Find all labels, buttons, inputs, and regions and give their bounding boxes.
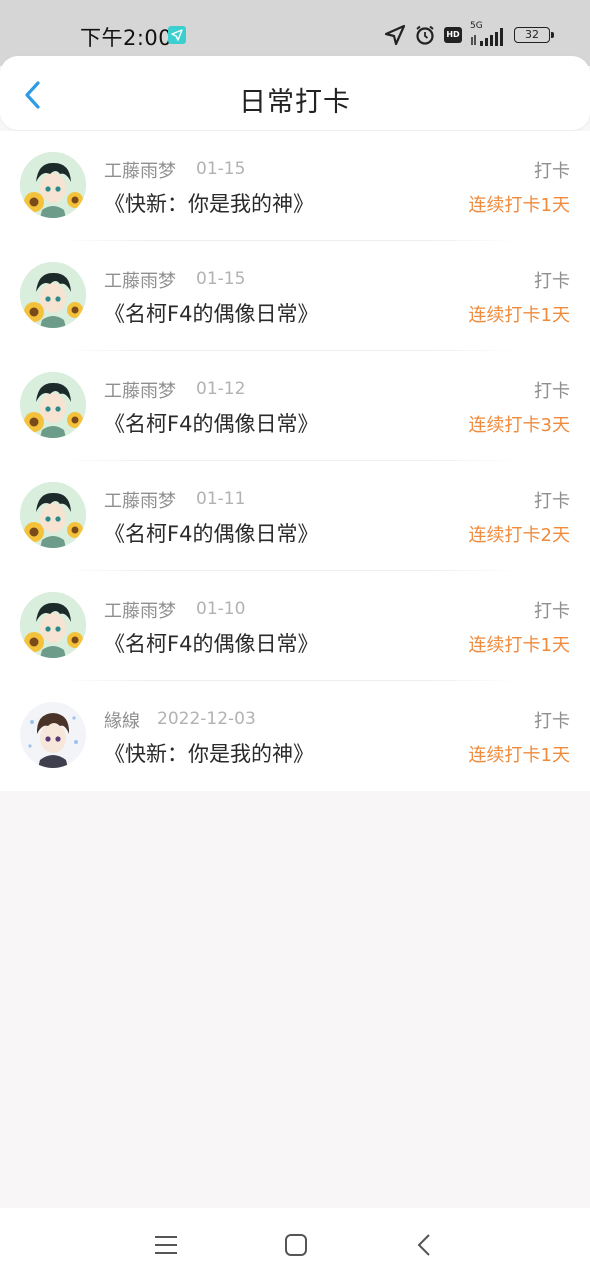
checkin-action-label: 打卡 <box>534 491 570 512</box>
location-icon <box>384 24 406 46</box>
checkin-item[interactable]: 緣線 2022-12-03 《快新：你是我的神》 打卡连续打卡1天 <box>0 681 590 791</box>
status-time: 下午2:00 <box>80 26 173 50</box>
avatar[interactable] <box>20 372 86 438</box>
checkin-item[interactable]: 工藤雨梦 01-11 《名柯F4的偶像日常》 打卡连续打卡2天 <box>0 461 590 571</box>
page-title: 日常打卡 <box>239 87 351 118</box>
checkin-list: 工藤雨梦 01-15 《快新：你是我的神》 打卡 连续打卡1天 工藤雨梦 01-15 《名柯… <box>0 131 590 791</box>
checkin-item[interactable]: 工藤雨梦 01-15 《快新：你是我的神》 打卡连续打卡1天 <box>0 131 590 241</box>
user-name[interactable]: 工藤雨梦 <box>104 597 176 623</box>
checkin-action-label: 打卡 <box>534 271 570 292</box>
avatar[interactable] <box>20 482 86 548</box>
checkin-action-label: 打卡 <box>534 161 570 182</box>
battery-icon: 32 <box>514 27 554 43</box>
book-title[interactable]: 《名柯F4的偶像日常》 <box>104 518 318 548</box>
menu-button[interactable] <box>153 1232 179 1258</box>
checkin-date: 01-11 <box>196 489 246 509</box>
back-icon <box>417 1234 430 1256</box>
app-notification-icon <box>168 26 186 44</box>
checkin-date: 01-15 <box>196 159 246 179</box>
avatar[interactable] <box>20 152 86 218</box>
5g-signal-icon: 5G <box>470 21 506 47</box>
page-header: 日常打卡 <box>0 56 590 130</box>
checkin-date: 01-15 <box>196 269 246 289</box>
book-title[interactable]: 《名柯F4的偶像日常》 <box>104 628 318 658</box>
menu-icon <box>155 1236 177 1254</box>
streak-badge: 连续打卡1天 <box>468 635 570 656</box>
user-name[interactable]: 工藤雨梦 <box>104 267 176 293</box>
avatar[interactable] <box>20 592 86 658</box>
checkin-action-label: 打卡 <box>534 601 570 622</box>
book-title[interactable]: 《名柯F4的偶像日常》 <box>104 408 318 438</box>
user-name[interactable]: 工藤雨梦 <box>104 377 176 403</box>
checkin-date: 2022-12-03 <box>157 709 256 729</box>
streak-badge: 连续打卡1天 <box>468 745 570 766</box>
hd-icon: HD <box>444 27 462 43</box>
system-nav-bar <box>0 1208 590 1280</box>
book-title[interactable]: 《快新：你是我的神》 <box>104 188 314 218</box>
streak-badge: 连续打卡3天 <box>468 415 570 436</box>
streak-badge: 连续打卡1天 <box>468 195 570 216</box>
checkin-date: 01-10 <box>196 599 246 619</box>
checkin-item[interactable]: 工藤雨梦 01-15 《名柯F4的偶像日常》 打卡连续打卡1天 <box>0 241 590 351</box>
checkin-item[interactable]: 工藤雨梦 01-12 《名柯F4的偶像日常》 打卡连续打卡3天 <box>0 351 590 461</box>
checkin-date: 01-12 <box>196 379 246 399</box>
status-icons: HD 5G 32 <box>384 21 554 48</box>
alarm-icon <box>416 25 434 45</box>
home-button[interactable] <box>283 1232 309 1258</box>
checkin-item[interactable]: 工藤雨梦 01-10 《名柯F4的偶像日常》 打卡连续打卡1天 <box>0 571 590 681</box>
avatar[interactable] <box>20 262 86 328</box>
home-icon <box>285 1234 307 1256</box>
checkin-action-label: 打卡 <box>534 711 570 732</box>
avatar[interactable] <box>20 702 86 768</box>
user-name[interactable]: 工藤雨梦 <box>104 157 176 183</box>
user-name[interactable]: 緣線 <box>104 707 140 733</box>
streak-badge: 连续打卡2天 <box>468 525 570 546</box>
book-title[interactable]: 《名柯F4的偶像日常》 <box>104 298 318 328</box>
book-title[interactable]: 《快新：你是我的神》 <box>104 738 314 768</box>
back-nav-button[interactable] <box>412 1232 438 1258</box>
user-name[interactable]: 工藤雨梦 <box>104 487 176 513</box>
streak-badge: 连续打卡1天 <box>468 305 570 326</box>
checkin-action-label: 打卡 <box>534 381 570 402</box>
